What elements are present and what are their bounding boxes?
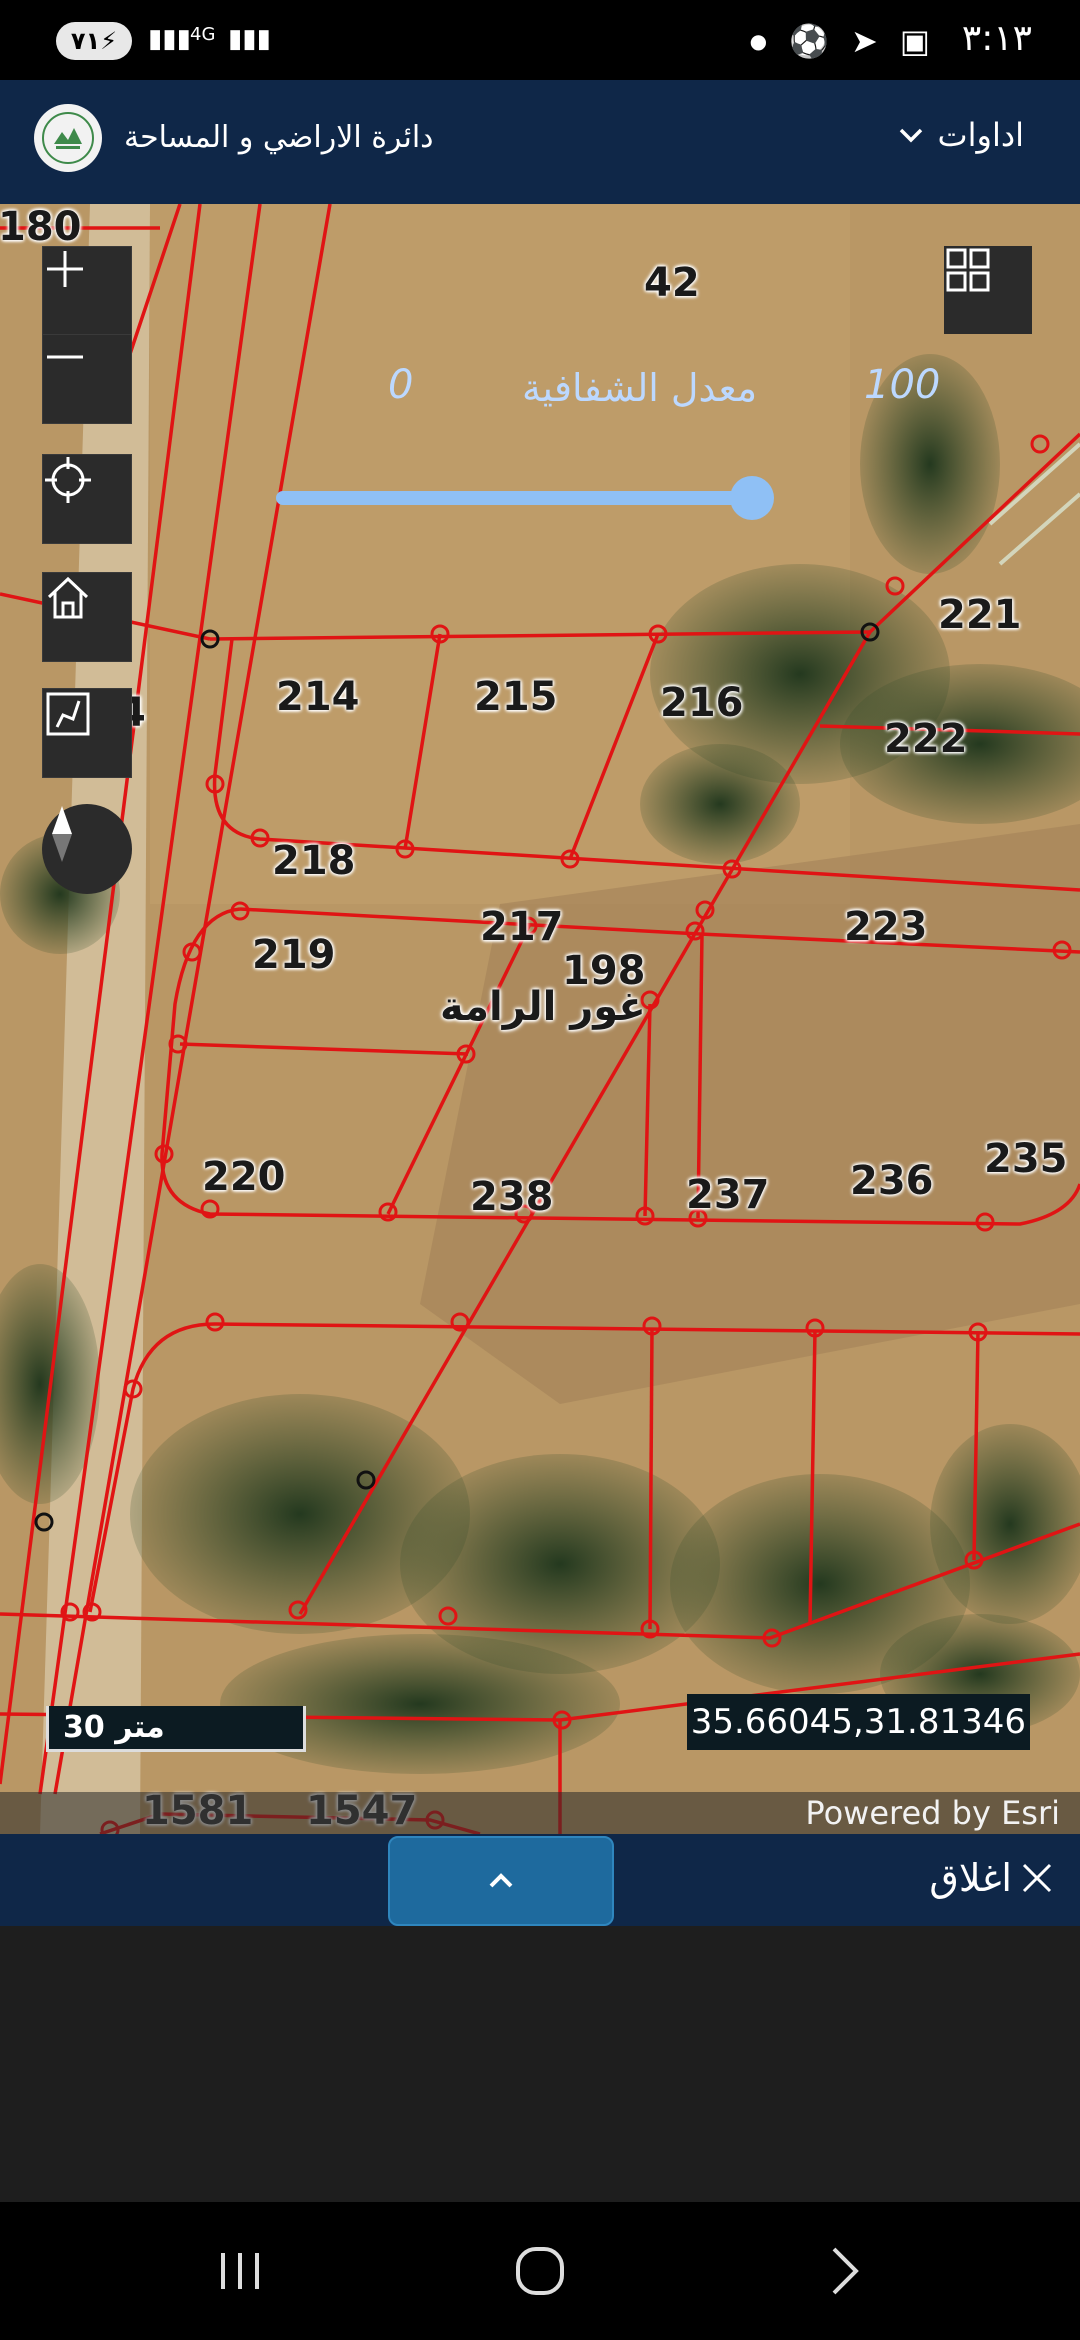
dot-icon: ●	[749, 29, 768, 53]
home-circle-icon	[516, 2247, 564, 2295]
parcel-label[interactable]: 235	[984, 1136, 1068, 1182]
signal-icon: ▮▮▮	[148, 24, 191, 54]
parcel-label[interactable]: 236	[850, 1158, 934, 1204]
opacity-title: معدل الشفافية	[522, 366, 758, 410]
parcel-label[interactable]: 221	[938, 592, 1022, 638]
clock: ٣:١٣	[961, 18, 1032, 59]
app-title: دائرة الاراضي و المساحة	[124, 120, 434, 155]
parcel-label[interactable]: 214	[276, 674, 360, 720]
system-nav-bar	[0, 2202, 1080, 2340]
screen-record-icon: ▣	[899, 22, 930, 60]
parcel-label[interactable]: 238	[470, 1174, 554, 1220]
parcel-label[interactable]: 217	[480, 904, 564, 950]
minus-icon	[47, 355, 83, 359]
measure-button[interactable]	[42, 688, 132, 778]
parcel-label[interactable]: 222	[884, 716, 968, 762]
zoom-in-button[interactable]	[42, 246, 132, 336]
parcel-label[interactable]: 218	[272, 838, 356, 884]
battery-level: ٧١	[70, 27, 101, 55]
close-button[interactable]: اغلاق	[929, 1856, 1054, 1900]
battery-indicator: ٧١ ⚡	[56, 22, 132, 60]
parcel-label[interactable]: 223	[844, 904, 928, 950]
chevron-down-icon	[899, 128, 922, 143]
map-view[interactable]: 180 42 221 214 215 216 222 218 217 219 1…	[0, 204, 1080, 1834]
map-measure-icon	[46, 692, 90, 736]
parcel-label[interactable]: 215	[474, 674, 558, 720]
dls-logo	[34, 104, 102, 172]
tools-label: اداوات	[937, 116, 1025, 154]
home-button[interactable]	[42, 572, 132, 662]
parcel-label[interactable]: 219	[252, 932, 336, 978]
coordinates-readout: 35.66045,31.81346	[686, 1694, 1030, 1750]
opacity-slider-track[interactable]	[276, 491, 766, 505]
parcel-label[interactable]: 220	[202, 1154, 286, 1200]
home-icon	[47, 576, 89, 619]
tools-menu[interactable]: اداوات	[898, 116, 1025, 154]
parcel-label[interactable]: 216	[660, 680, 744, 726]
basemap-gallery-button[interactable]	[944, 246, 1032, 334]
parcel-label[interactable]: 42	[644, 260, 700, 306]
telegram-icon: ➤	[850, 22, 878, 60]
zoom-out-button[interactable]	[42, 334, 132, 424]
opacity-min-label: 0	[388, 362, 414, 408]
bottom-bar: اغلاق	[0, 1834, 1080, 1926]
opacity-max-label: 100	[864, 362, 941, 408]
recent-apps-button[interactable]	[200, 2238, 280, 2304]
esri-attribution[interactable]: Powered by Esri	[805, 1794, 1060, 1832]
parcel-label[interactable]: 237	[686, 1172, 770, 1218]
locate-button[interactable]	[42, 454, 132, 544]
back-button[interactable]	[804, 2238, 884, 2304]
signal-icon-2: ▮▮▮	[228, 24, 271, 54]
scale-bar: 30 متر	[46, 1706, 306, 1752]
opacity-panel: 0 معدل الشفافية 100	[262, 354, 942, 564]
expand-panel-button[interactable]	[388, 1836, 614, 1926]
compass-button[interactable]	[42, 804, 132, 894]
compass-icon	[52, 806, 72, 862]
home-nav-button[interactable]	[500, 2238, 580, 2304]
app-header: دائرة الاراضي و المساحة اداوات	[0, 80, 1080, 206]
parcel-label[interactable]: 180	[0, 204, 82, 250]
grid-icon	[946, 248, 990, 292]
close-icon	[1022, 1863, 1052, 1893]
network-type: 4G	[190, 24, 216, 45]
crosshair-icon	[45, 457, 91, 503]
opacity-slider-thumb[interactable]	[730, 476, 774, 520]
area-name-label: غور الرامة	[440, 984, 646, 1030]
empty-panel-area	[0, 1926, 1080, 2202]
status-icons: ● ⚽ ➤ ▣	[750, 22, 930, 60]
close-label: اغلاق	[929, 1856, 1012, 1900]
back-chevron-icon	[832, 2247, 859, 2295]
soccer-icon: ⚽	[789, 22, 829, 60]
status-bar: ٧١ ⚡ ▮▮▮ 4G ▮▮▮ ● ⚽ ➤ ▣ ٣:١٣	[0, 0, 1080, 80]
plus-icon	[47, 251, 83, 287]
recents-icon	[221, 2253, 259, 2289]
chevron-up-icon	[489, 1873, 513, 1888]
